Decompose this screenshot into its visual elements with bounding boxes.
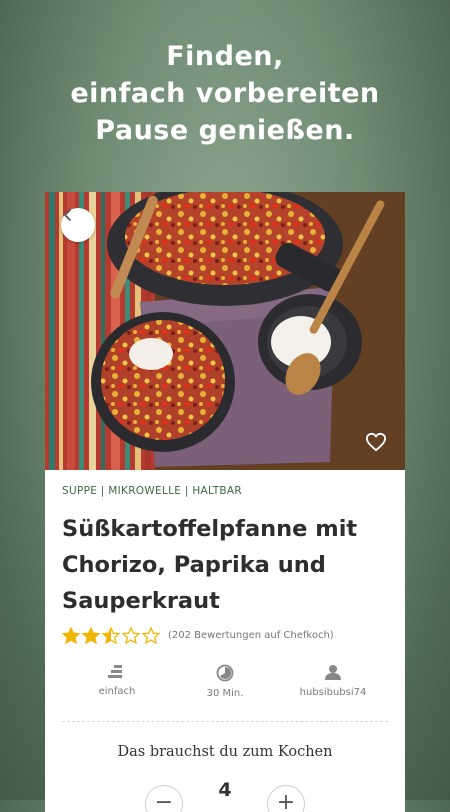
divider — [62, 721, 388, 722]
difficulty-label: einfach — [98, 686, 136, 697]
recipe-tags: SUPPE | MIKROWELLE | HALTBAR — [62, 485, 243, 497]
headline-line-3: Pause genießen. — [95, 115, 355, 146]
heart-icon — [365, 432, 387, 452]
chevron-left-icon — [64, 209, 71, 221]
difficulty-bars-icon — [108, 665, 122, 678]
recipe-card: SUPPE | MIKROWELLE | HALTBAR Süßkartoffe… — [45, 192, 405, 812]
portion-count: 4 — [218, 779, 232, 801]
time-info: 30 Min. — [171, 664, 279, 699]
star-icon — [82, 627, 100, 644]
difficulty-info: einfach — [63, 664, 171, 699]
recipe-meta: einfach 30 Min. hubsibubsi74 — [63, 664, 387, 699]
author-label: hubsibubsi74 — [299, 687, 367, 698]
rating-stars — [62, 627, 160, 644]
recipe-photo-image — [45, 192, 405, 470]
star-icon — [142, 627, 160, 644]
recipe-photo — [45, 192, 405, 470]
timer-icon — [216, 664, 234, 682]
headline-line-1: Finden, — [166, 41, 284, 72]
star-icon — [62, 627, 80, 644]
star-icon — [102, 627, 120, 644]
rating-row: (202 Bewertungen auf Chefkoch) — [62, 627, 405, 644]
promo-headline: Finden, einfach vorbereiten Pause genieß… — [0, 38, 450, 149]
favorite-button[interactable] — [365, 432, 391, 458]
author-info[interactable]: hubsibubsi74 — [279, 664, 387, 699]
user-icon — [325, 665, 341, 680]
ingredients-heading: Das brauchst du zum Kochen — [117, 744, 333, 760]
portion-stepper: − 4 + — [45, 777, 405, 812]
time-label: 30 Min. — [206, 688, 244, 699]
plus-icon: + — [276, 790, 296, 812]
back-button[interactable] — [61, 208, 95, 242]
star-icon — [122, 627, 140, 644]
recipe-title: Süßkartoffelpfanne mit Chorizo, Paprika … — [62, 516, 358, 614]
rating-count: (202 Bewertungen auf Chefkoch) — [168, 630, 334, 641]
headline-line-2: einfach vorbereiten — [70, 78, 380, 109]
